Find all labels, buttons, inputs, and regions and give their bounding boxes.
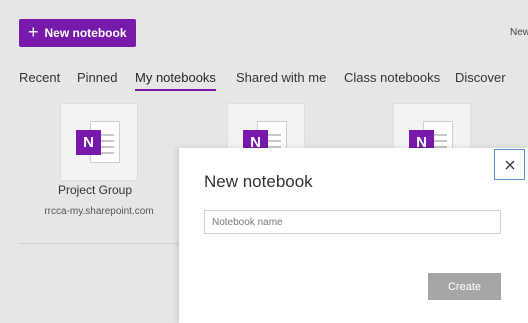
new-notebook-button[interactable]: + New notebook bbox=[19, 19, 136, 47]
close-icon bbox=[505, 160, 514, 169]
tab-discover[interactable]: Discover bbox=[455, 70, 506, 85]
notebook-title[interactable]: Project Group bbox=[40, 183, 150, 197]
tab-pinned[interactable]: Pinned bbox=[77, 70, 117, 85]
close-dialog-button[interactable] bbox=[494, 149, 525, 180]
tab-recent[interactable]: Recent bbox=[19, 70, 60, 85]
tab-my-notebooks[interactable]: My notebooks bbox=[135, 70, 216, 91]
notebooks-page: + New notebook New Recent Pinned My note… bbox=[0, 0, 528, 323]
onenote-notebook-icon: N bbox=[76, 118, 122, 166]
notebook-card[interactable]: N bbox=[60, 103, 138, 181]
create-button[interactable]: Create bbox=[428, 273, 501, 300]
notebook-location: rrcca-my.sharepoint.com bbox=[44, 206, 154, 217]
plus-icon: + bbox=[28, 22, 39, 42]
tab-class-notebooks[interactable]: Class notebooks bbox=[344, 70, 440, 85]
new-notebook-dialog: New notebook Create bbox=[179, 148, 528, 323]
dialog-title: New notebook bbox=[204, 172, 313, 191]
tab-shared-with-me[interactable]: Shared with me bbox=[236, 70, 326, 85]
notebook-name-input[interactable] bbox=[204, 210, 501, 234]
top-right-link[interactable]: New bbox=[510, 27, 528, 38]
new-notebook-label: New notebook bbox=[44, 26, 127, 40]
